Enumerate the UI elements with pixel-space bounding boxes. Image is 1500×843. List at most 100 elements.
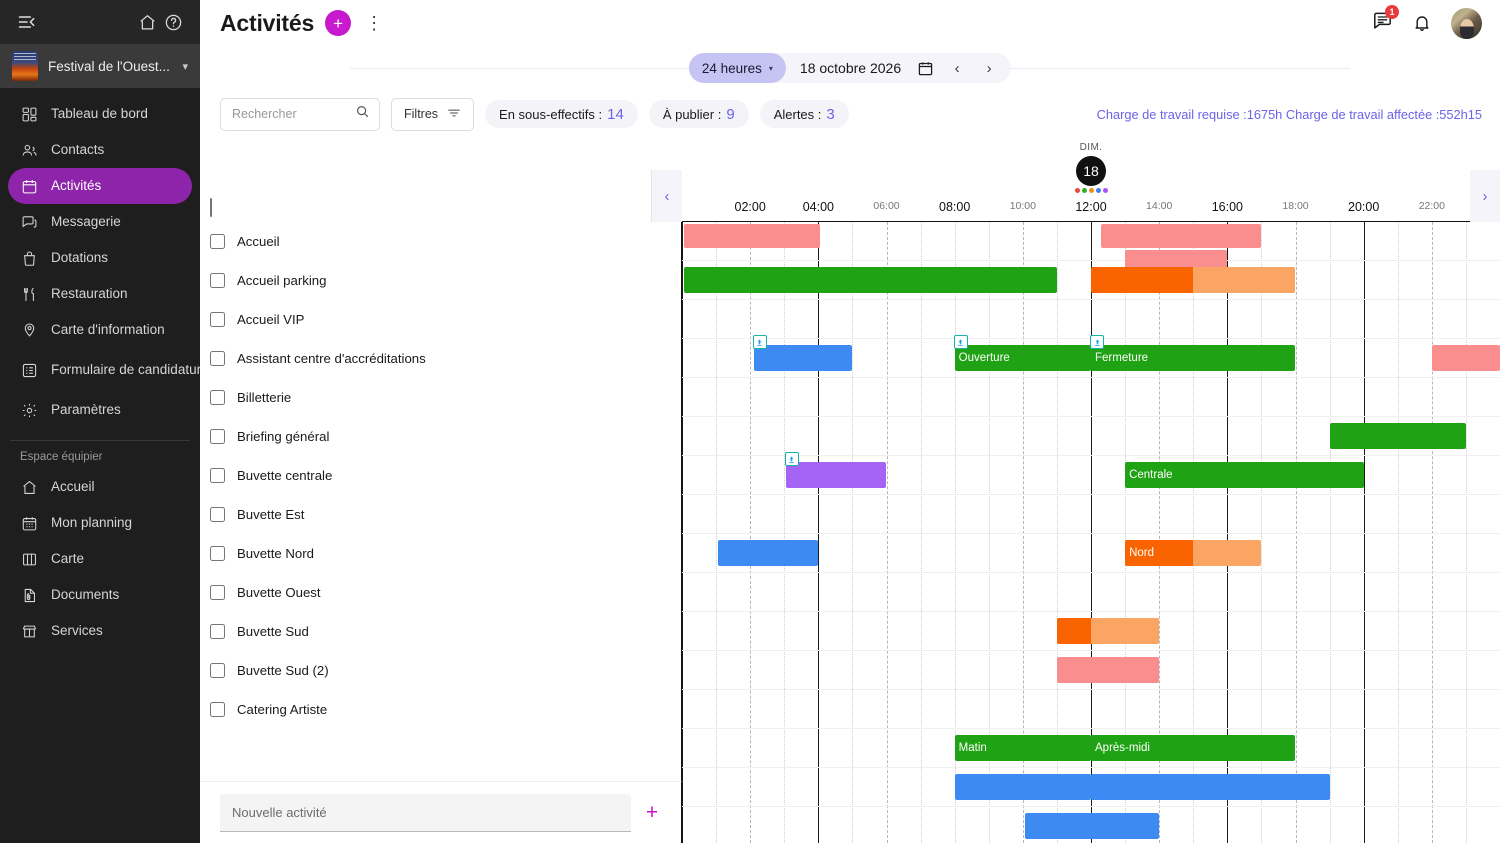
sidebar-item-label: Mon planning — [51, 515, 133, 531]
sidebar-item-accueil[interactable]: Accueil — [8, 469, 192, 505]
day-marker[interactable]: DIM. 18 — [1061, 142, 1121, 193]
row-checkbox[interactable] — [210, 273, 225, 288]
row-checkbox[interactable] — [210, 312, 225, 327]
chip-a-publier[interactable]: À publier : 9 — [648, 100, 749, 128]
sidebar-item-dotations[interactable]: Dotations — [8, 240, 192, 276]
gantt-bar-label: Centrale — [1129, 469, 1173, 481]
chip-sous-effectifs[interactable]: En sous-effectifs : 14 — [485, 100, 638, 128]
gantt-bar[interactable] — [752, 335, 853, 371]
new-activity-add-button[interactable]: + — [639, 802, 665, 823]
range-selector[interactable]: 24 heures ▾ — [688, 53, 786, 83]
help-icon[interactable] — [160, 9, 186, 35]
row-checkbox[interactable] — [210, 585, 225, 600]
chip-alertes[interactable]: Alertes : 3 — [759, 100, 849, 128]
new-activity-input[interactable] — [220, 793, 631, 832]
sidebar-item-carte[interactable]: Carte — [8, 541, 192, 577]
gantt-bar[interactable] — [683, 267, 1057, 293]
sidebar-item-contacts[interactable]: Contacts — [8, 132, 192, 168]
row-checkbox[interactable] — [210, 351, 225, 366]
more-options-icon[interactable]: ⋮ — [365, 14, 383, 32]
gantt-row-header: Accueil parking — [200, 261, 682, 300]
gantt-bar[interactable] — [784, 452, 887, 488]
scroll-left-button[interactable]: ‹ — [652, 170, 682, 222]
gantt-bar[interactable] — [683, 224, 821, 248]
gantt-bar[interactable] — [717, 540, 819, 566]
gantt-bar[interactable] — [1431, 345, 1500, 371]
row-checkbox[interactable] — [210, 663, 225, 678]
search-icon — [355, 104, 370, 124]
row-checkbox[interactable] — [210, 702, 225, 717]
calendar-picker-icon[interactable] — [911, 54, 939, 82]
sidebar-item-parametres[interactable]: Paramètres — [8, 392, 192, 428]
gantt-row: Buvette Sud (2) — [200, 651, 1500, 690]
sidebar-item-tableau-de-bord[interactable]: Tableau de bord — [8, 96, 192, 132]
project-thumbnail — [12, 51, 38, 81]
scroll-right-button[interactable]: › — [1470, 170, 1500, 222]
sidebar-item-documents[interactable]: Documents — [8, 577, 192, 613]
sidebar-item-label: Restauration — [51, 286, 128, 302]
sidebar-item-services[interactable]: Services — [8, 613, 192, 649]
gantt-bar[interactable] — [1024, 813, 1160, 839]
publish-arrow-icon[interactable] — [752, 335, 767, 349]
filters-button[interactable]: Filtres — [391, 97, 475, 131]
row-checkbox[interactable] — [210, 234, 225, 249]
publish-arrow-icon[interactable] — [784, 452, 799, 466]
home-icon[interactable] — [134, 9, 160, 35]
gantt-bar[interactable]: Fermeture — [1090, 335, 1295, 371]
publish-arrow-icon[interactable] — [953, 335, 968, 349]
gantt-bar[interactable] — [1100, 224, 1262, 248]
add-activity-button[interactable]: + — [325, 10, 352, 36]
gantt-row-label: Buvette Sud — [237, 624, 309, 639]
gantt-bar[interactable] — [1091, 774, 1330, 800]
search-input[interactable] — [232, 107, 349, 121]
gantt-bar[interactable] — [1056, 657, 1160, 683]
row-checkbox[interactable] — [210, 624, 225, 639]
prev-day-button[interactable]: ‹ — [943, 54, 971, 82]
sidebar-item-mon-planning[interactable]: Mon planning — [8, 505, 192, 541]
gantt-bar[interactable]: Ouverture — [953, 335, 1091, 371]
gantt-bar[interactable] — [1091, 267, 1295, 293]
publish-arrow-icon[interactable] — [1090, 335, 1104, 349]
gantt-bar[interactable]: Centrale — [1125, 462, 1364, 488]
next-day-button[interactable]: › — [975, 54, 1003, 82]
messages-button[interactable]: 1 — [1372, 5, 1399, 36]
sidebar-item-carte-dinformation[interactable]: Carte d'information — [8, 312, 192, 348]
gantt-bar-segment-remaining — [1193, 267, 1295, 293]
sidebar-item-restauration[interactable]: Restauration — [8, 276, 192, 312]
time-tick-label: 20:00 — [1348, 200, 1380, 214]
chat-icon — [20, 213, 38, 231]
time-tick-label: 02:00 — [734, 200, 766, 214]
gantt-row-label: Billetterie — [237, 390, 292, 405]
row-checkbox[interactable] — [210, 546, 225, 561]
gantt-row-header: Catering Artiste — [200, 690, 682, 729]
gantt-bar-segment-filled: Nord — [1125, 540, 1194, 566]
gantt-row: Buvette centrale Centrale — [200, 452, 1500, 495]
sidebar-item-label: Formulaire de candidature — [51, 362, 209, 378]
row-checkbox[interactable] — [210, 468, 225, 483]
chevron-down-icon[interactable]: ▾ — [182, 60, 188, 73]
gantt-bar[interactable]: Nord — [1125, 540, 1262, 566]
sidebar-item-formulaire-de-candidature[interactable]: Formulaire de candidature — [8, 348, 209, 392]
gantt-bar[interactable] — [1329, 423, 1466, 449]
gantt-bar[interactable]: Après-midi — [1091, 735, 1295, 761]
gantt-bar[interactable] — [954, 774, 1091, 800]
row-checkbox[interactable] — [210, 429, 225, 444]
gantt-bar[interactable] — [1056, 618, 1160, 644]
notifications-bell-icon[interactable] — [1409, 10, 1435, 36]
row-checkbox[interactable] — [210, 507, 225, 522]
collapse-menu-icon[interactable] — [14, 9, 40, 35]
calendar-icon — [20, 177, 38, 195]
sidebar-item-messagerie[interactable]: Messagerie — [8, 204, 192, 240]
user-avatar[interactable] — [1451, 7, 1482, 39]
sidebar-item-activites[interactable]: Activités — [8, 168, 192, 204]
row-checkbox[interactable] — [210, 390, 225, 405]
select-all-checkbox[interactable] — [210, 198, 212, 217]
sidebar-item-label: Services — [51, 623, 103, 639]
project-selector[interactable]: Festival de l'Ouest... ▾ — [0, 44, 200, 88]
gantt-rows: Accueil Accueil parking Accueil VIP Assista… — [200, 222, 1500, 843]
page-title: Activités — [220, 9, 315, 36]
search-box[interactable] — [220, 97, 380, 131]
calendar-grid-icon — [20, 514, 38, 532]
gantt-bar[interactable]: Matin — [954, 735, 1091, 761]
map-icon — [20, 550, 38, 568]
